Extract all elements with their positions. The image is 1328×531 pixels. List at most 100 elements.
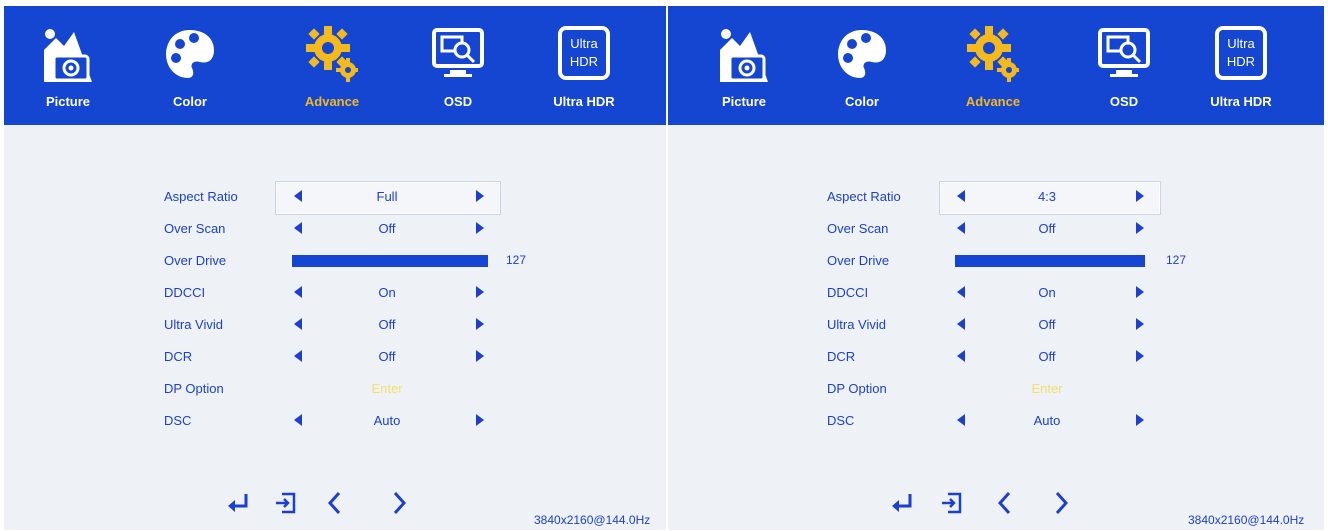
tab-ultra-hdr[interactable]: Ultra HDR Ultra HDR — [544, 26, 624, 116]
right-arrow-icon[interactable] — [476, 414, 484, 426]
osd-icon — [432, 28, 484, 77]
left-arrow-icon[interactable] — [957, 350, 965, 362]
setting-value: Off — [378, 349, 396, 364]
enter-link[interactable]: Enter — [997, 381, 1097, 396]
setting-dp-option[interactable]: DP Option Enter — [164, 378, 666, 402]
chevron-right-icon[interactable] — [1048, 490, 1074, 516]
chevron-left-icon[interactable] — [992, 490, 1018, 516]
setting-value: On — [1038, 285, 1056, 300]
left-arrow-icon[interactable] — [957, 222, 965, 234]
setting-over-drive[interactable]: Over Drive 127 — [827, 250, 1324, 274]
tab-label: OSD — [1109, 94, 1139, 109]
exit-icon[interactable] — [940, 490, 966, 516]
setting-over-scan[interactable]: Over Scan Off — [164, 218, 666, 242]
setting-label: DDCCI — [827, 285, 869, 300]
setting-aspect-ratio[interactable]: Aspect Ratio 4:3 — [827, 186, 1324, 210]
tab-bar: Picture Color Advance OSD Ultra HDR Ultr… — [4, 6, 666, 125]
setting-label: DCR — [827, 349, 856, 364]
setting-value: Auto — [373, 413, 401, 428]
tab-label: OSD — [443, 94, 473, 109]
setting-value: Off — [1038, 317, 1056, 332]
tab-picture[interactable]: Picture — [28, 26, 108, 116]
right-arrow-icon[interactable] — [1136, 414, 1144, 426]
left-arrow-icon[interactable] — [957, 286, 965, 298]
setting-label: Over Drive — [164, 253, 227, 268]
ultra-hdr-icon: Ultra HDR — [558, 26, 610, 80]
bottom-nav: 3840x2160@144.0Hz — [4, 484, 666, 527]
setting-ddcci[interactable]: DDCCI On — [827, 282, 1324, 306]
right-arrow-icon[interactable] — [476, 318, 484, 330]
setting-label: Ultra Vivid — [164, 317, 224, 332]
tab-ultra-hdr[interactable]: Ultra HDR Ultra HDR — [1201, 26, 1281, 116]
chevron-left-icon[interactable] — [322, 490, 348, 516]
svg-text:Ultra: Ultra — [570, 36, 598, 51]
tab-picture[interactable]: Picture — [704, 26, 784, 116]
setting-ddcci[interactable]: DDCCI On — [164, 282, 666, 306]
setting-aspect-ratio[interactable]: Aspect Ratio Full — [164, 186, 666, 210]
right-arrow-icon[interactable] — [1136, 286, 1144, 298]
setting-over-drive[interactable]: Over Drive 127 — [164, 250, 666, 274]
tab-label: Ultra HDR — [553, 94, 615, 109]
setting-value: 127 — [506, 253, 527, 267]
tab-osd[interactable]: OSD — [418, 26, 498, 116]
resolution-readout: 3840x2160@144.0Hz — [534, 513, 651, 527]
tab-label: Ultra HDR — [1210, 94, 1272, 109]
setting-label: Over Drive — [827, 253, 890, 268]
left-arrow-icon[interactable] — [294, 286, 302, 298]
setting-ultra-vivid[interactable]: Ultra Vivid Off — [164, 314, 666, 338]
left-arrow-icon[interactable] — [957, 318, 965, 330]
right-arrow-icon[interactable] — [1136, 190, 1144, 202]
left-arrow-icon[interactable] — [294, 350, 302, 362]
color-palette-icon — [838, 30, 886, 78]
right-arrow-icon[interactable] — [476, 190, 484, 202]
tab-advance[interactable]: Advance — [292, 26, 372, 116]
tab-osd[interactable]: OSD — [1084, 26, 1164, 116]
right-arrow-icon[interactable] — [1136, 222, 1144, 234]
tab-advance[interactable]: Advance — [953, 26, 1033, 116]
setting-dcr[interactable]: DCR Off — [164, 346, 666, 370]
setting-value: 127 — [1166, 253, 1187, 267]
right-arrow-icon[interactable] — [476, 286, 484, 298]
tab-label: Advance — [965, 94, 1021, 109]
setting-label: Over Scan — [164, 221, 226, 236]
left-arrow-icon[interactable] — [294, 222, 302, 234]
setting-dsc[interactable]: DSC Auto — [827, 410, 1324, 434]
setting-value: On — [378, 285, 396, 300]
setting-label: DCR — [164, 349, 193, 364]
setting-label: Aspect Ratio — [164, 189, 238, 204]
left-arrow-icon[interactable] — [957, 190, 965, 202]
left-arrow-icon[interactable] — [294, 318, 302, 330]
over-drive-slider[interactable] — [955, 255, 1145, 267]
left-arrow-icon[interactable] — [957, 414, 965, 426]
enter-icon[interactable] — [890, 490, 916, 516]
setting-label: Aspect Ratio — [827, 189, 901, 204]
tab-label: Advance — [304, 94, 360, 109]
right-arrow-icon[interactable] — [476, 350, 484, 362]
setting-over-scan[interactable]: Over Scan Off — [827, 218, 1324, 242]
osd-icon — [1098, 28, 1150, 77]
resolution-readout: 3840x2160@144.0Hz — [1188, 513, 1305, 527]
tab-label: Color — [173, 94, 207, 109]
tab-color[interactable]: Color — [150, 26, 230, 116]
right-arrow-icon[interactable] — [476, 222, 484, 234]
left-arrow-icon[interactable] — [294, 190, 302, 202]
setting-label: DSC — [827, 413, 855, 428]
enter-icon[interactable] — [226, 490, 252, 516]
setting-dp-option[interactable]: DP Option Enter — [827, 378, 1324, 402]
tab-label: Picture — [45, 94, 91, 109]
over-drive-slider[interactable] — [292, 255, 488, 267]
right-arrow-icon[interactable] — [1136, 318, 1144, 330]
chevron-right-icon[interactable] — [386, 490, 412, 516]
left-arrow-icon[interactable] — [294, 414, 302, 426]
right-arrow-icon[interactable] — [1136, 350, 1144, 362]
enter-link[interactable]: Enter — [337, 381, 437, 396]
setting-label: DP Option — [164, 381, 224, 396]
tab-label: Color — [845, 94, 879, 109]
tab-color[interactable]: Color — [822, 26, 902, 116]
exit-icon[interactable] — [274, 490, 300, 516]
setting-dcr[interactable]: DCR Off — [827, 346, 1324, 370]
setting-value: 4:3 — [1037, 189, 1057, 204]
setting-ultra-vivid[interactable]: Ultra Vivid Off — [827, 314, 1324, 338]
setting-label: Ultra Vivid — [827, 317, 887, 332]
setting-dsc[interactable]: DSC Auto — [164, 410, 666, 434]
